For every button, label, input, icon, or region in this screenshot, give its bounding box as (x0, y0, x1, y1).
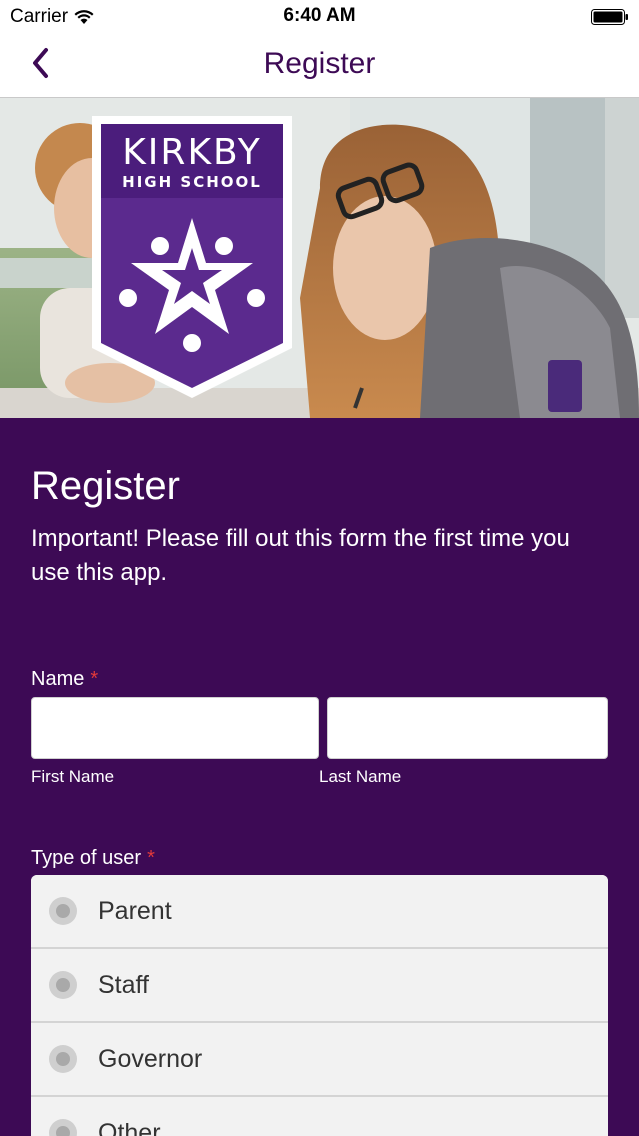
radio-option-staff[interactable]: Staff (31, 949, 608, 1023)
battery-icon (591, 9, 628, 25)
name-label-text: Name (31, 668, 85, 690)
form-intro-text: Important! Please fill out this form the… (31, 525, 570, 586)
form-title: Register (31, 464, 180, 508)
nav-title: Register (263, 47, 376, 80)
status-bar: Carrier 6:40 AM (0, 0, 639, 34)
radio-option-parent[interactable]: Parent (31, 875, 608, 949)
crest-subtitle: HIGH SCHOOL (122, 173, 262, 191)
radio-option-other[interactable]: Other (31, 1097, 608, 1136)
hero-banner: KIRKBY HIGH SCHOOL (0, 98, 639, 418)
radio-label: Staff (98, 970, 149, 999)
last-name-input[interactable] (327, 697, 608, 759)
required-marker: * (147, 847, 155, 869)
required-marker: * (90, 668, 99, 690)
radio-button-icon[interactable] (49, 897, 77, 925)
navigation-bar: Register (0, 34, 639, 98)
first-name-input[interactable] (31, 697, 319, 759)
name-field-label: Name * (31, 668, 98, 691)
hero-photo (0, 98, 639, 418)
radio-button-icon[interactable] (49, 971, 77, 999)
last-name-sub-label: Last Name (319, 767, 402, 786)
user-type-field-label: Type of user * (31, 847, 155, 870)
user-type-radio-group: Parent Staff Governor Other (31, 875, 608, 1136)
user-type-label-text: Type of user (31, 847, 142, 869)
radio-label: Other (98, 1118, 161, 1136)
register-form: Register Important! Please fill out this… (0, 418, 639, 1136)
radio-option-governor[interactable]: Governor (31, 1023, 608, 1097)
radio-label: Parent (98, 896, 172, 925)
status-time: 6:40 AM (283, 5, 356, 26)
radio-label: Governor (98, 1044, 203, 1073)
crest-title: KIRKBY (122, 132, 262, 173)
radio-button-icon[interactable] (49, 1045, 77, 1073)
radio-button-icon[interactable] (49, 1119, 77, 1136)
first-name-sub-label: First Name (31, 767, 115, 786)
